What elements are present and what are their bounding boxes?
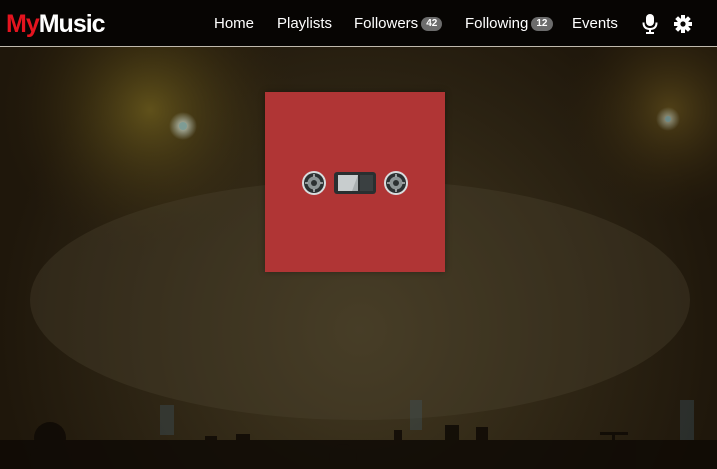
gear-icon[interactable] <box>673 13 693 35</box>
logo-prefix: My <box>6 10 40 38</box>
cassette-tape-icon <box>302 171 408 195</box>
nav-home[interactable]: Home <box>214 0 254 47</box>
nav-playlists[interactable]: Playlists <box>277 0 332 47</box>
logo-suffix: Music <box>38 10 106 38</box>
nav-events-label: Events <box>572 15 618 32</box>
nav-followers-label: Followers <box>354 15 419 32</box>
nav-events[interactable]: Events <box>572 0 618 47</box>
microphone-icon[interactable] <box>640 13 660 35</box>
nav-followers[interactable]: Followers 42 <box>354 0 443 47</box>
following-count-badge: 12 <box>531 16 553 31</box>
app-page: MyMusic Home Playlists Followers 42 Foll… <box>0 0 717 469</box>
nav-playlists-label: Playlists <box>277 15 333 32</box>
nav-following[interactable]: Following 12 <box>465 0 553 47</box>
app-logo[interactable]: MyMusic <box>6 9 106 39</box>
top-navbar: MyMusic Home Playlists Followers 42 Foll… <box>0 0 717 47</box>
nav-home-label: Home <box>214 15 255 32</box>
nav-following-label: Following <box>465 15 529 32</box>
followers-count-badge: 42 <box>421 16 443 31</box>
album-cover[interactable] <box>265 92 445 272</box>
